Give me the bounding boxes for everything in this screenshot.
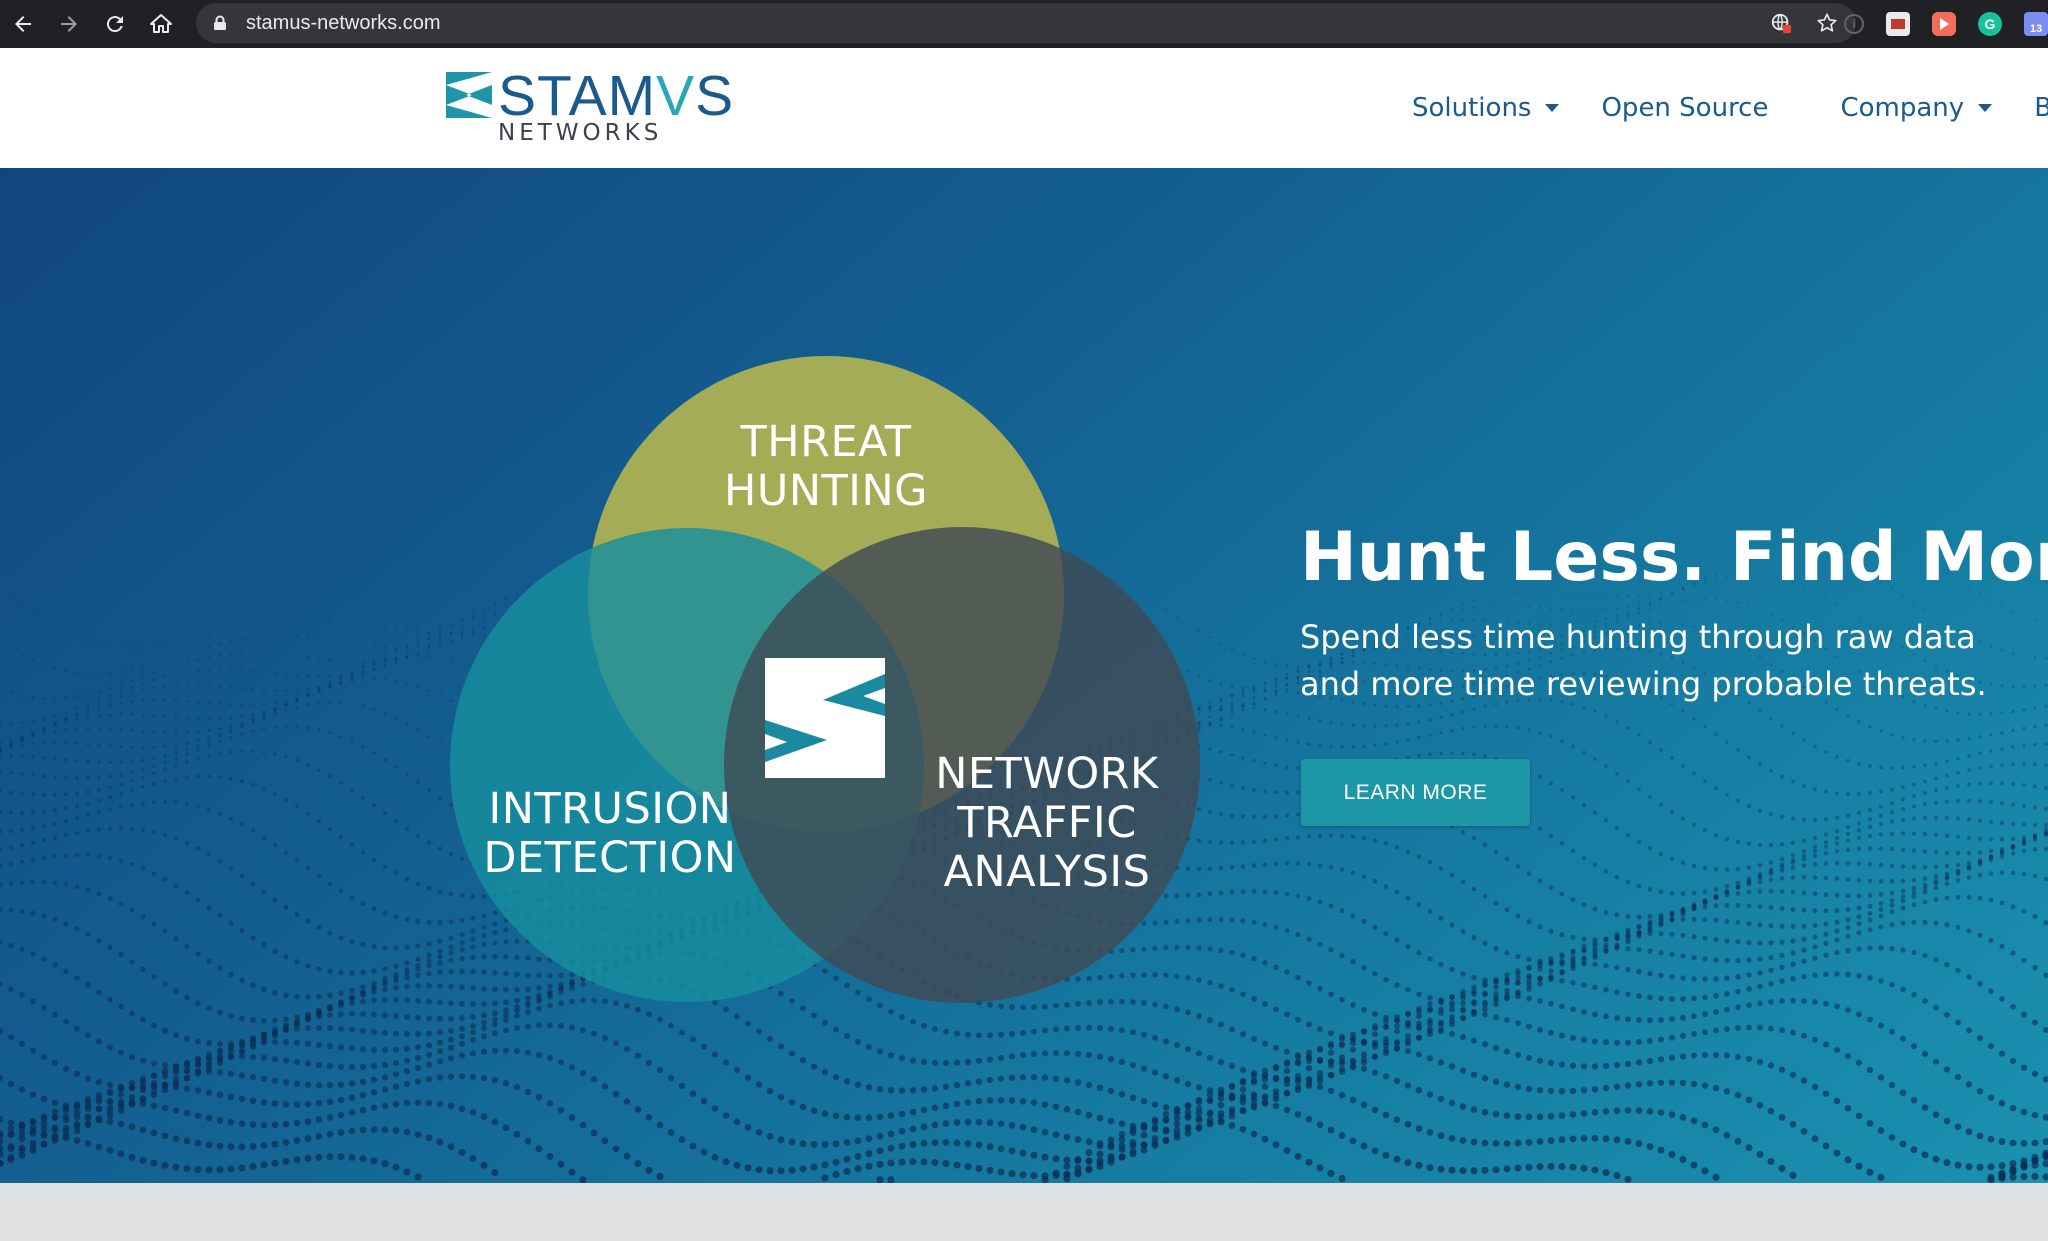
back-arrow-icon [15,16,31,32]
grammarly-extension-icon[interactable]: G [1978,12,2002,36]
video-extension-icon[interactable] [1932,12,1956,36]
chevron-down-icon [1978,104,1993,112]
venn-label-intrusion-detection: INTRUSION DETECTION [483,784,737,883]
nav-blog-label: Blo [2034,93,2048,123]
nav-solutions[interactable]: Solutions [1412,93,1560,123]
hero-copy: Hunt Less. Find More. Spend less time hu… [1300,518,2048,708]
learn-more-button[interactable]: LEARN MORE [1301,759,1530,826]
reload-button[interactable] [92,0,138,48]
extension-icons: i G 13 [1844,0,2048,48]
logo-wordmark: STAMVS [498,64,735,128]
reload-icon [106,16,123,33]
nav-solutions-label: Solutions [1412,93,1532,123]
address-bar-actions [1770,3,1838,43]
main-navigation: Solutions Open Source Company Blo [1412,48,2048,168]
nav-open-source[interactable]: Open Source [1601,93,1768,123]
nav-blog[interactable]: Blo [2034,93,2048,123]
venn-label-network-traffic-analysis: NETWORK TRAFFIC ANALYSIS [935,749,1159,897]
calendar-extension-icon[interactable]: 13 [2024,12,2048,36]
logo-subtext: NETWORKS [498,120,663,146]
nav-open-source-label: Open Source [1601,93,1769,123]
back-button[interactable] [0,0,46,48]
below-fold-strip [0,1183,2048,1241]
hero-section: THREAT HUNTING INTRUSION DETECTION NETWO… [0,168,2048,1183]
site-header: STAMVS NETWORKS Solutions Open Source Co… [0,48,2048,168]
forward-button[interactable] [46,0,92,48]
hero-title: Hunt Less. Find More. [1300,518,2048,597]
url-text: stamus-networks.com [246,11,441,34]
lock-icon [214,15,226,30]
forward-arrow-icon [61,16,77,32]
address-bar[interactable]: stamus-networks.com [196,3,1856,43]
translate-icon[interactable] [1770,12,1792,34]
info-extension-icon[interactable]: i [1844,14,1864,34]
browser-toolbar: stamus-networks.com i G 13 [0,0,2048,48]
hero-subtitle: Spend less time hunting through raw data… [1300,618,1987,703]
home-button[interactable] [138,0,184,48]
card-extension-icon[interactable] [1886,12,1910,36]
home-icon [150,14,172,33]
stamus-s-mark-icon [446,72,492,118]
star-icon[interactable] [1816,12,1838,34]
chevron-down-icon [1545,104,1560,112]
nav-company[interactable]: Company [1840,93,1993,123]
nav-company-label: Company [1840,93,1965,123]
venn-label-threat-hunting: THREAT HUNTING [724,417,928,516]
stamus-logo[interactable]: STAMVS NETWORKS [446,68,733,168]
